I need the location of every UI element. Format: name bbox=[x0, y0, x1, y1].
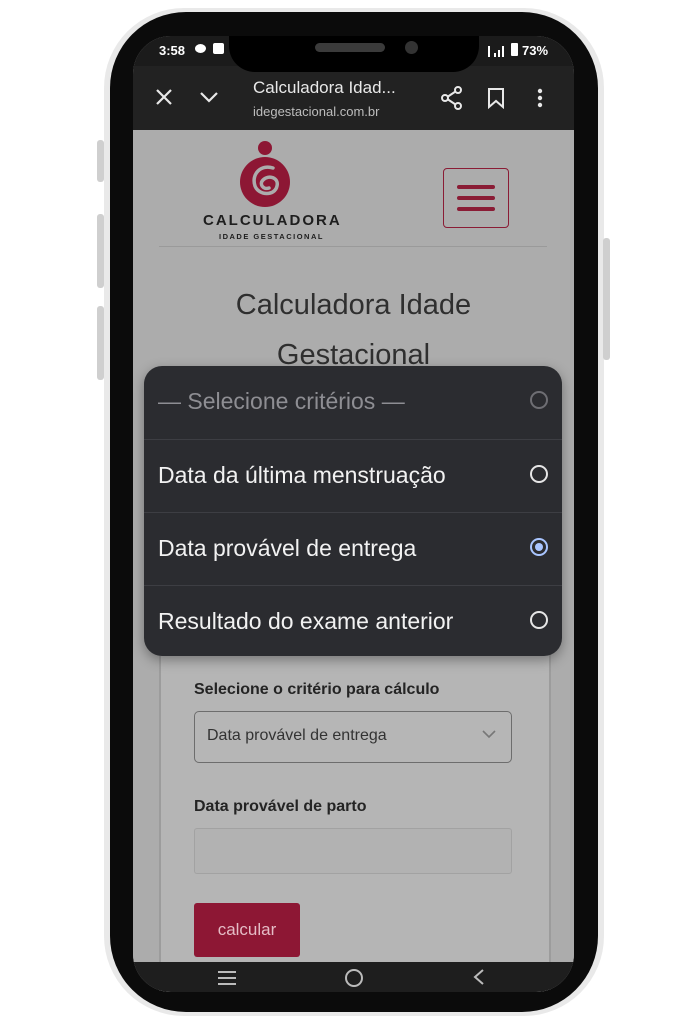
criteria-dropdown: — Selecione critérios — Data da última m… bbox=[144, 366, 562, 656]
radio-icon bbox=[530, 465, 548, 483]
menu-icon bbox=[457, 207, 495, 211]
phone-button bbox=[97, 306, 104, 380]
due-date-input[interactable] bbox=[194, 828, 512, 874]
recents-icon[interactable] bbox=[217, 970, 237, 991]
dropdown-option-placeholder: — Selecione critérios — bbox=[144, 366, 562, 438]
dropdown-option-label: Resultado do exame anterior bbox=[158, 608, 454, 634]
speaker bbox=[315, 43, 385, 52]
chat-icon bbox=[195, 44, 206, 53]
close-icon[interactable] bbox=[155, 88, 173, 111]
menu-icon bbox=[457, 185, 495, 189]
dropdown-option-label: — Selecione critérios — bbox=[158, 388, 405, 414]
radio-icon bbox=[530, 391, 548, 409]
battery-icon bbox=[511, 43, 518, 56]
browser-url[interactable]: idegestacional.com.br bbox=[253, 104, 413, 119]
criteria-select-value: Data provável de entrega bbox=[207, 727, 387, 744]
menu-icon bbox=[457, 196, 495, 200]
page-title: Calculadora Idade Gestacional bbox=[153, 280, 554, 380]
chevron-down-icon bbox=[481, 726, 497, 742]
browser-toolbar: Calculadora Idad... idegestacional.com.b… bbox=[133, 66, 574, 130]
calculate-button[interactable]: calcular bbox=[194, 903, 300, 957]
phone-notch bbox=[229, 36, 479, 72]
dropdown-option-exame-anterior[interactable]: Resultado do exame anterior bbox=[144, 585, 562, 656]
signal-icon bbox=[488, 44, 508, 60]
date-label: Data provável de parto bbox=[194, 798, 367, 815]
criteria-label: Selecione o critério para cálculo bbox=[194, 681, 440, 698]
menu-button[interactable] bbox=[443, 168, 509, 228]
battery-level: 73% bbox=[522, 43, 549, 58]
share-icon[interactable] bbox=[440, 86, 464, 115]
browser-page-title: Calculadora Idad... bbox=[253, 78, 396, 97]
header-divider bbox=[159, 246, 547, 247]
radio-checked-icon bbox=[530, 538, 548, 556]
phone-button bbox=[97, 214, 104, 288]
phone-button bbox=[603, 238, 610, 360]
status-time: 3:58 bbox=[159, 43, 186, 58]
criteria-select[interactable]: Data provável de entrega bbox=[194, 711, 512, 763]
dropdown-option-label: Data da última menstruação bbox=[158, 462, 446, 488]
logo-name: CALCULADORA bbox=[203, 212, 342, 229]
back-icon[interactable] bbox=[473, 968, 485, 991]
phone-button bbox=[97, 140, 104, 182]
screen: 3:58 73% Calculadora Idad... idegestacio… bbox=[133, 36, 574, 992]
more-vert-icon[interactable] bbox=[537, 88, 543, 113]
dropdown-option-label: Data provável de entrega bbox=[158, 535, 417, 561]
app-notification-icon bbox=[213, 43, 224, 54]
radio-icon bbox=[530, 611, 548, 629]
logo-tagline: IDADE GESTACIONAL bbox=[219, 232, 324, 241]
home-icon[interactable] bbox=[344, 968, 364, 992]
navigation-bar bbox=[133, 962, 574, 992]
dropdown-option-ultima-menstruacao[interactable]: Data da última menstruação bbox=[144, 439, 562, 512]
chevron-down-icon[interactable] bbox=[199, 90, 219, 109]
dropdown-option-provavel-entrega[interactable]: Data provável de entrega bbox=[144, 512, 562, 585]
bookmark-icon[interactable] bbox=[487, 87, 505, 114]
camera bbox=[405, 41, 418, 54]
page-title-line: Calculadora Idade bbox=[235, 289, 472, 321]
logo-icon bbox=[237, 138, 293, 215]
